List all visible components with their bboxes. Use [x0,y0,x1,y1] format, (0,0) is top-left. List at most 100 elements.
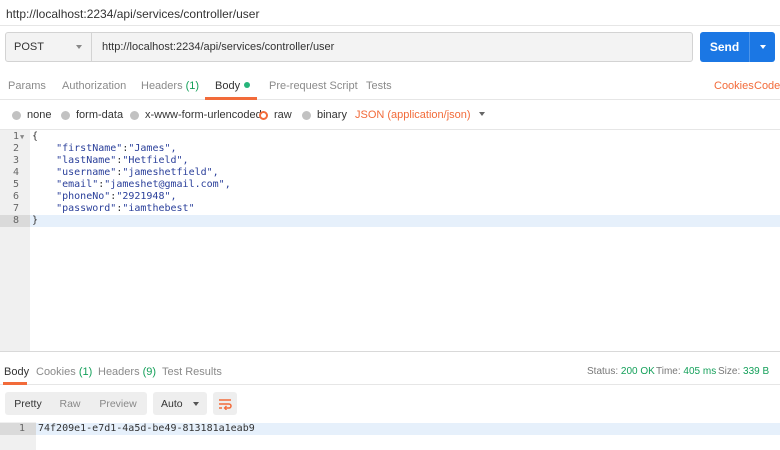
content-type-label: JSON (application/json) [355,109,471,121]
format-select[interactable]: Auto [153,392,207,415]
chevron-down-icon [759,45,766,49]
method-select[interactable]: POST [6,33,92,61]
line-number: 6 [13,191,20,202]
wrap-lines-icon [219,398,232,410]
json-key: "username" [56,167,117,178]
tab-response-body[interactable]: Body [4,366,29,378]
wrap-lines-button[interactable] [213,392,237,415]
fold-arrow-icon[interactable]: ▼ [20,131,24,143]
code-text: "firstName":"James", [56,143,177,154]
response-headers-count: (9) [142,366,157,378]
tab-response-cookies-label: Cookies [36,366,76,378]
radio-icon [130,110,139,120]
tab-pre-request-script[interactable]: Pre-request Script [269,80,358,92]
line-number: 8 [0,215,30,227]
view-mode-group: Pretty Raw Preview [5,392,147,415]
radio-binary-label: binary [317,109,347,121]
time-value: 405 ms [683,366,717,377]
radio-raw-label: raw [274,109,292,121]
code-text: { [32,131,39,142]
radio-icon [61,110,70,120]
headers-count: (1) [185,80,200,92]
radio-none-label: none [27,109,52,121]
format-label: Auto [161,397,183,410]
code-link[interactable]: Code [754,80,780,92]
code-line: 7 "password":"iamthebest" [0,203,780,215]
send-button[interactable]: Send [700,32,750,62]
radio-none[interactable]: none [12,109,51,121]
tab-body[interactable]: Body [215,80,251,92]
time-label: Time: [656,366,681,377]
active-tab-underline [3,382,27,385]
line-number: 7 [13,203,20,214]
code-line: 6 "phoneNo":"2921948", [0,191,780,203]
tab-headers-label: Headers [141,80,183,92]
code-text: "lastName":"Hetfield", [56,155,189,166]
size-value: 339 B [743,366,770,377]
method-label: POST [14,41,44,53]
status-readout: Status: 200 OK [587,366,655,377]
request-body-editor[interactable]: 1 ▼ { 2 "firstName":"James", 3 "lastName… [0,130,780,352]
radio-binary[interactable]: binary [302,109,347,121]
json-value: "Hetfield", [122,155,189,166]
response-line: 1 74f209e1-e7d1-4a5d-be49-813181a1eab9 [0,423,780,435]
radio-form-data[interactable]: form-data [61,109,123,121]
status-label: Status: [587,366,619,377]
response-tabs: Body Cookies (1) Headers (9) Test Result… [0,359,780,385]
window-title: http://localhost:2234/api/services/contr… [0,0,780,26]
json-value: "iamthebest" [122,203,195,214]
code-line: 5 "email":"jameshet@gmail.com", [0,179,780,191]
radio-form-data-label: form-data [76,109,124,121]
line-number: 2 [13,143,20,154]
tab-response-cookies[interactable]: Cookies (1) [36,366,92,378]
code-line: 4 "username":"jameshetfield", [0,167,780,179]
radio-urlencoded[interactable]: x-www-form-urlencoded [130,109,262,121]
cookies-link[interactable]: Cookies [714,80,754,92]
tab-body-label: Body [215,80,241,92]
content-type-select[interactable]: JSON (application/json) [355,109,485,121]
body-type-options: none form-data x-www-form-urlencoded raw… [0,100,780,130]
json-key: "phoneNo" [56,191,111,202]
response-text: 74f209e1-e7d1-4a5d-be49-813181a1eab9 [38,423,255,434]
radio-icon [12,110,21,120]
line-number: 3 [13,155,20,166]
status-value: 200 OK [620,366,655,377]
pretty-button[interactable]: Pretty [5,392,51,415]
response-toolbar: Pretty Raw Preview Auto [0,386,780,422]
tab-tests[interactable]: Tests [366,80,392,92]
send-options-button[interactable] [750,32,775,62]
code-text: "password":"iamthebest" [56,203,195,214]
code-line: 3 "lastName":"Hetfield", [0,155,780,167]
code-text: "username":"jameshetfield", [56,167,219,178]
json-value: "James", [128,143,177,154]
request-tabs: Params Authorization Headers (1) Body Pr… [0,72,780,100]
preview-button[interactable]: Preview [89,392,147,415]
radio-icon [302,110,311,120]
line-number: 4 [13,167,20,178]
code-text: "email":"jameshet@gmail.com", [56,179,231,190]
code-line: 1 ▼ { [0,131,780,143]
line-number: 1 [0,423,36,435]
json-key: "lastName" [56,155,117,166]
tab-authorization[interactable]: Authorization [62,80,126,92]
tab-params[interactable]: Params [8,80,46,92]
json-value: "2921948", [116,191,177,202]
response-body-viewer[interactable]: 1 74f209e1-e7d1-4a5d-be49-813181a1eab9 [0,422,780,450]
line-number: 1 [13,131,20,142]
json-key: "email" [56,179,99,190]
code-text: "phoneNo":"2921948", [56,191,177,202]
send-button-group: Send [700,32,775,62]
tab-headers[interactable]: Headers (1) [141,80,199,92]
url-input[interactable] [92,33,692,61]
tab-response-headers[interactable]: Headers (9) [98,366,156,378]
code-line: 2 "firstName":"James", [0,143,780,155]
tab-test-results[interactable]: Test Results [162,366,222,378]
raw-button[interactable]: Raw [51,392,89,415]
json-key: "password" [56,203,117,214]
json-value: "jameshet@gmail.com", [104,179,231,190]
json-value: "jameshetfield", [122,167,219,178]
code-text: } [32,215,39,226]
radio-raw[interactable]: raw [259,109,292,121]
radio-urlencoded-label: x-www-form-urlencoded [145,109,262,121]
chevron-down-icon [76,45,82,49]
